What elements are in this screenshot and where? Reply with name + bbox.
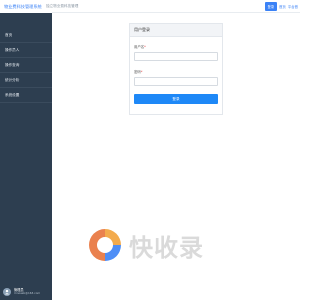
- required-mark: *: [140, 70, 143, 74]
- login-card-title: 用户登录: [130, 24, 222, 37]
- watermark: 快收录: [85, 225, 204, 265]
- sidebar-item-query[interactable]: 操作查询: [0, 58, 52, 73]
- user-email: mnoesb@163.com: [14, 291, 41, 296]
- sidebar-item-label: 首页: [5, 32, 13, 37]
- page-subtitle: 独立物业费科技管理: [46, 3, 79, 8]
- kuaishoulu-logo-icon: [89, 229, 121, 261]
- sidebar-menu: 首页 操作员人 操作查询 统计分析 系统设置: [0, 28, 52, 103]
- user-icon: [4, 289, 10, 295]
- header-login-button[interactable]: 登录: [264, 2, 278, 11]
- sidebar: 物业费科技管理系统 首页 操作员人 操作查询 统计分析 系统设置 管理员 mno…: [0, 0, 52, 300]
- top-header: 独立物业费科技管理 登录 首页 平台首: [46, 0, 300, 13]
- password-input[interactable]: [134, 77, 218, 86]
- sidebar-item-settings[interactable]: 系统设置: [0, 88, 52, 103]
- watermark-text: 快收录: [129, 233, 204, 262]
- sidebar-user[interactable]: 管理员 mnoesb@163.com: [0, 284, 52, 300]
- username-label: 用户名*: [134, 45, 146, 49]
- avatar[interactable]: [3, 288, 11, 296]
- sidebar-item-operators[interactable]: 操作员人: [0, 43, 52, 58]
- platform-link[interactable]: 平台首: [288, 4, 298, 9]
- home-link[interactable]: 首页: [279, 4, 286, 9]
- sidebar-item-home[interactable]: 首页: [0, 28, 52, 43]
- sidebar-item-statistics[interactable]: 统计分析: [0, 73, 52, 88]
- app-title: 物业费科技管理系统: [0, 0, 52, 13]
- login-submit-button[interactable]: 登录: [134, 94, 218, 104]
- sidebar-item-label: 操作员人: [5, 47, 20, 52]
- required-mark: *: [144, 45, 146, 49]
- sidebar-item-label: 操作查询: [5, 62, 20, 67]
- login-card: 用户登录 用户名* 密码* 登录: [129, 23, 223, 115]
- password-label: 密码*: [134, 70, 143, 74]
- header-actions: 登录 首页 平台首: [264, 2, 298, 11]
- sidebar-item-label: 统计分析: [5, 77, 20, 82]
- sidebar-item-label: 系统设置: [5, 92, 20, 97]
- username-input[interactable]: [134, 52, 218, 61]
